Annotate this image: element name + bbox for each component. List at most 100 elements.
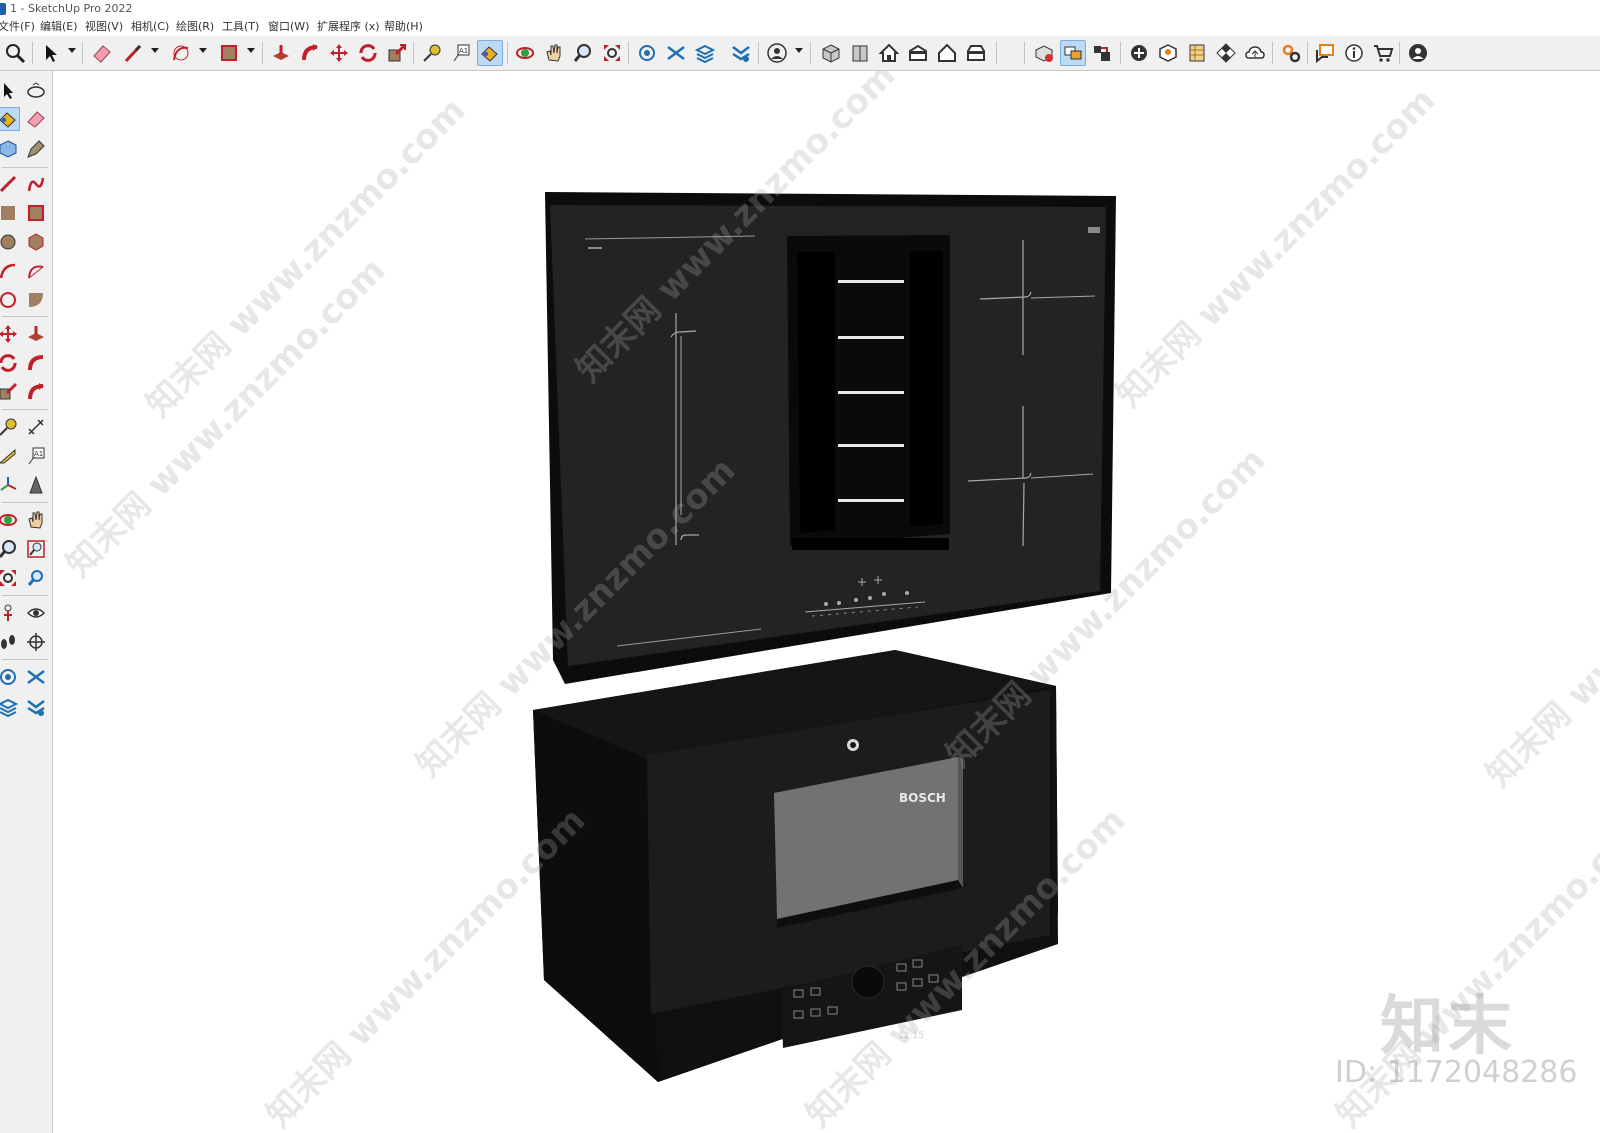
- smoove-icon[interactable]: [24, 665, 48, 689]
- zoom-icon[interactable]: [0, 537, 20, 561]
- component-icon[interactable]: [0, 137, 20, 161]
- paint-icon[interactable]: [0, 107, 20, 131]
- scale-icon[interactable]: [0, 380, 20, 404]
- followme-icon[interactable]: [24, 351, 48, 375]
- sandbox-icon[interactable]: [0, 665, 20, 689]
- move-icon[interactable]: [0, 322, 20, 346]
- arc2-icon[interactable]: [24, 259, 48, 283]
- stamp-icon[interactable]: [0, 695, 20, 719]
- menu-extensions[interactable]: 扩展程序 (x): [317, 18, 380, 36]
- pan-icon[interactable]: [541, 40, 567, 66]
- move-icon[interactable]: [326, 40, 352, 66]
- pan-icon[interactable]: [24, 508, 48, 532]
- pie-icon[interactable]: [0, 288, 20, 312]
- offset-icon[interactable]: [24, 380, 48, 404]
- sandbox-icon[interactable]: [634, 40, 660, 66]
- iso-view-icon[interactable]: [818, 40, 844, 66]
- look-around-icon[interactable]: [24, 601, 48, 625]
- followme-icon[interactable]: [297, 40, 323, 66]
- add-location-icon[interactable]: [1126, 40, 1152, 66]
- model-viewport[interactable]: BOSCH 12:15 知末网 www.znzmo.com 知末网 www.zn…: [53, 71, 1600, 1133]
- select-icon[interactable]: [0, 79, 20, 103]
- circle-icon[interactable]: [0, 230, 20, 254]
- user-icon[interactable]: [764, 40, 790, 66]
- rectangle-icon[interactable]: [0, 201, 20, 225]
- zoom-extents-icon[interactable]: [0, 566, 20, 590]
- pushpull-icon[interactable]: [24, 322, 48, 346]
- user-dropdown-icon[interactable]: [795, 48, 803, 53]
- line-icon[interactable]: [0, 172, 20, 196]
- account-icon[interactable]: [1405, 40, 1431, 66]
- menu-draw[interactable]: 绘图(R): [176, 18, 214, 36]
- orbit2-icon[interactable]: [0, 508, 20, 532]
- model-scene: [533, 192, 1116, 1082]
- checker-icon[interactable]: [1213, 40, 1239, 66]
- menu-tools[interactable]: 工具(T): [222, 18, 259, 36]
- settings-icon[interactable]: [1278, 40, 1304, 66]
- back-view-icon[interactable]: [963, 40, 989, 66]
- rotated-rect-icon[interactable]: [24, 201, 48, 225]
- info-icon[interactable]: [1341, 40, 1367, 66]
- pushpull-icon[interactable]: [268, 40, 294, 66]
- zoom-extents-icon[interactable]: [599, 40, 625, 66]
- menu-camera[interactable]: 相机(C): [131, 18, 169, 36]
- menu-help[interactable]: 帮助(H): [384, 18, 423, 36]
- protractor-icon[interactable]: [0, 444, 20, 468]
- menu-edit[interactable]: 编辑(E): [40, 18, 78, 36]
- orbit-icon[interactable]: [24, 79, 48, 103]
- search-icon[interactable]: [2, 40, 28, 66]
- zoom-window-icon[interactable]: [24, 537, 48, 561]
- scale-icon[interactable]: [384, 40, 410, 66]
- eraser-icon[interactable]: [89, 40, 115, 66]
- front-view-icon[interactable]: [847, 40, 873, 66]
- paint-icon[interactable]: [477, 40, 503, 66]
- tape-icon[interactable]: [0, 415, 20, 439]
- arc-icon[interactable]: [168, 40, 194, 66]
- stamp-icon[interactable]: [692, 40, 718, 66]
- texture-icon[interactable]: [1184, 40, 1210, 66]
- smoove-icon[interactable]: [663, 40, 689, 66]
- drape-icon[interactable]: [24, 695, 48, 719]
- select-dropdown-icon[interactable]: [68, 48, 76, 53]
- section-plane-icon[interactable]: [24, 630, 48, 654]
- pencil-icon[interactable]: [120, 40, 146, 66]
- arc-icon[interactable]: [0, 259, 20, 283]
- rectangle-icon[interactable]: [216, 40, 242, 66]
- solid-tools-icon[interactable]: [1031, 40, 1057, 66]
- geo-icon[interactable]: [1155, 40, 1181, 66]
- drape-icon[interactable]: [728, 40, 754, 66]
- text-icon[interactable]: A1: [24, 444, 48, 468]
- top-view-icon[interactable]: [905, 40, 931, 66]
- walk-icon[interactable]: [0, 630, 20, 654]
- text-icon[interactable]: A1: [448, 40, 474, 66]
- arc-dropdown-icon[interactable]: [199, 48, 207, 53]
- menu-window[interactable]: 窗口(W): [268, 18, 309, 36]
- axes-icon[interactable]: [0, 473, 20, 497]
- tag-icon[interactable]: [24, 137, 48, 161]
- menu-file[interactable]: 文件(F): [0, 18, 35, 36]
- menu-view[interactable]: 视图(V): [85, 18, 123, 36]
- select-icon[interactable]: [38, 40, 64, 66]
- section-icon[interactable]: [1089, 40, 1115, 66]
- pencil-dropdown-icon[interactable]: [151, 48, 159, 53]
- arc3-icon[interactable]: [24, 288, 48, 312]
- tape-icon[interactable]: [419, 40, 445, 66]
- 3dtext-icon[interactable]: [24, 473, 48, 497]
- home-view-icon[interactable]: [876, 40, 902, 66]
- rectangle-dropdown-icon[interactable]: [247, 48, 255, 53]
- dimension-icon[interactable]: [24, 415, 48, 439]
- right-view-icon[interactable]: [934, 40, 960, 66]
- eraser-icon[interactable]: [24, 107, 48, 131]
- prev-view-icon[interactable]: [24, 566, 48, 590]
- zoom-icon[interactable]: [570, 40, 596, 66]
- freehand-icon[interactable]: [24, 172, 48, 196]
- orbit-icon[interactable]: [512, 40, 538, 66]
- rotate-icon[interactable]: [355, 40, 381, 66]
- position-camera-icon[interactable]: [0, 601, 20, 625]
- comment-icon[interactable]: [1312, 40, 1338, 66]
- outer-shell-icon[interactable]: [1060, 40, 1086, 66]
- polygon-icon[interactable]: [24, 230, 48, 254]
- cart-icon[interactable]: [1370, 40, 1396, 66]
- rotate-icon[interactable]: [0, 351, 20, 375]
- cloud-icon[interactable]: [1242, 40, 1268, 66]
